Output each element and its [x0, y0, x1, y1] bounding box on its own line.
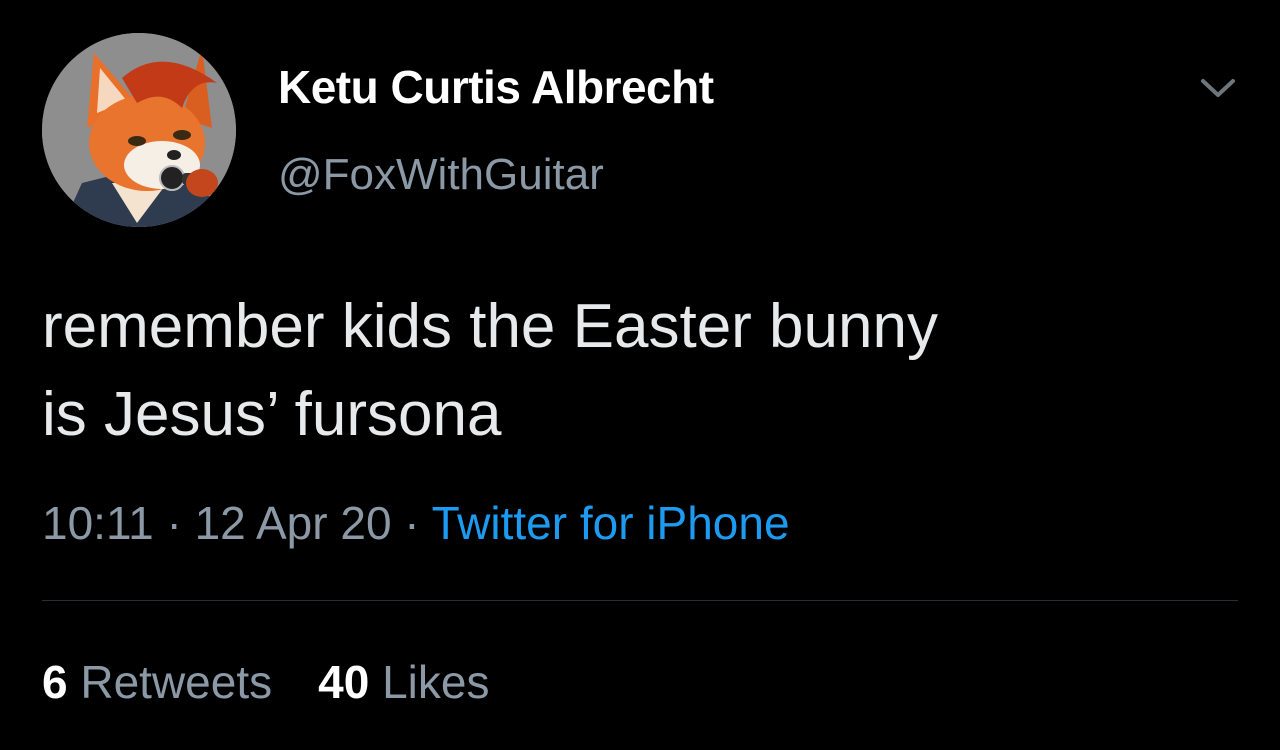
likes-count: 40	[318, 656, 370, 708]
more-options-button[interactable]	[1196, 70, 1240, 106]
chevron-down-icon	[1201, 79, 1235, 97]
tweet-date[interactable]: 12 Apr 20	[195, 497, 392, 549]
tweet-text: remember kids the Easter bunny is Jesus’…	[42, 283, 1242, 459]
fox-avatar-icon	[42, 33, 236, 227]
tweet-time[interactable]: 10:11	[42, 497, 154, 549]
retweets-count: 6	[42, 656, 68, 708]
meta-separator: ·	[153, 497, 195, 549]
retweets-label: Retweets	[80, 656, 273, 708]
retweets-stat[interactable]: 6 Retweets	[42, 656, 272, 708]
tweet-meta: 10:11 · 12 Apr 20 · Twitter for iPhone	[42, 496, 790, 550]
avatar[interactable]	[42, 33, 236, 227]
likes-label: Likes	[382, 656, 490, 708]
tweet-text-line: is Jesus’ fursona	[42, 380, 502, 449]
tweet-text-line: remember kids the Easter bunny	[42, 292, 938, 361]
meta-separator: ·	[391, 497, 432, 549]
user-handle[interactable]: @FoxWithGuitar	[278, 150, 604, 200]
display-name[interactable]: Ketu Curtis Albrecht	[278, 60, 714, 114]
tweet-stats: 6 Retweets 40 Likes	[42, 655, 489, 709]
tweet: Ketu Curtis Albrecht @FoxWithGuitar reme…	[0, 0, 1280, 750]
tweet-source-link[interactable]: Twitter for iPhone	[432, 497, 790, 549]
likes-stat[interactable]: 40 Likes	[318, 656, 489, 708]
divider	[42, 600, 1238, 601]
